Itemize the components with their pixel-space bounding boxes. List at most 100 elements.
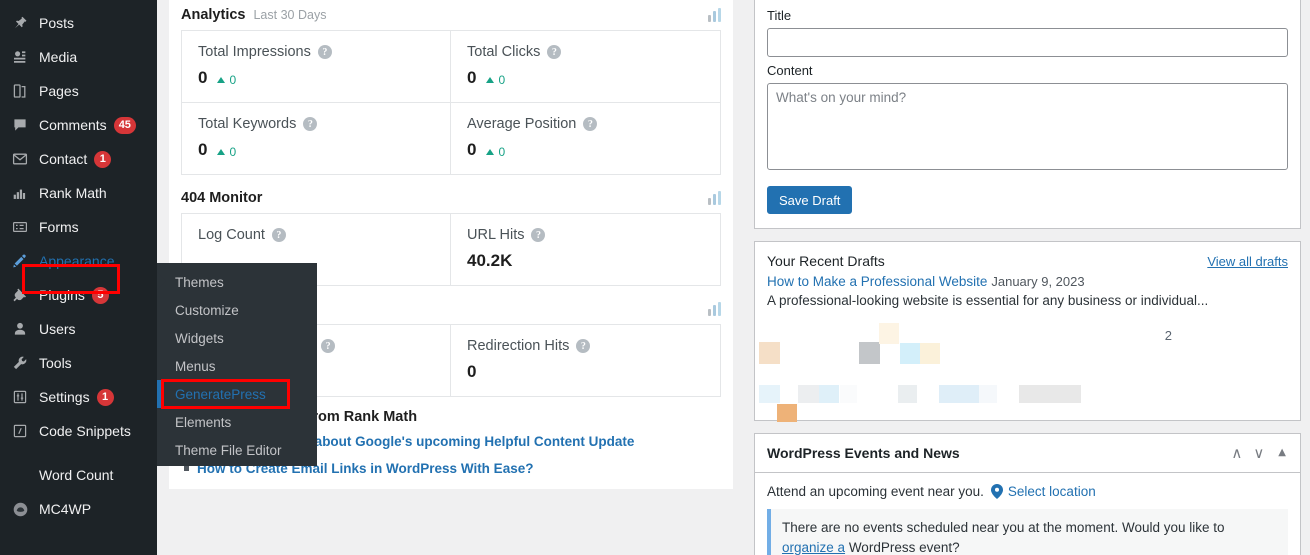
sidebar-item-users[interactable]: Users [0, 312, 157, 346]
notice-text-before: There are no events scheduled near you a… [782, 520, 1225, 535]
sidebar-item-comments[interactable]: Comments 45 [0, 108, 157, 142]
comments-count-badge: 45 [113, 116, 136, 134]
sidebar-item-forms[interactable]: Forms [0, 210, 157, 244]
move-down-icon[interactable]: ∨ [1253, 445, 1264, 461]
wordpress-admin-dashboard: Posts Media Pages Comments 45 Contact 1 … [0, 0, 1310, 555]
redaction-block [900, 343, 920, 364]
sidebar-item-settings[interactable]: Settings 1 [0, 380, 157, 414]
view-all-drafts-link[interactable]: View all drafts [1207, 254, 1288, 269]
stat-card-label-wrap: Average Position ? [467, 116, 704, 132]
help-icon[interactable]: ? [547, 45, 562, 59]
sidebar-item-label: MC4WP [39, 501, 92, 517]
stat-card-label: Total Clicks [467, 44, 541, 60]
submenu-item-elements[interactable]: Elements [157, 408, 317, 436]
appearance-submenu: Themes Customize Widgets Menus GenerateP… [157, 263, 317, 466]
sidebar-item-media[interactable]: Media [0, 40, 157, 74]
trend-up-icon [486, 149, 495, 155]
pages-icon [9, 81, 31, 101]
redaction-block [979, 385, 997, 403]
quick-draft-title-label: Title [767, 8, 792, 23]
redaction-block [920, 343, 940, 364]
stat-card-total-keywords: Total Keywords ? 0 0 [182, 103, 451, 174]
sidebar-item-label: Word Count [39, 467, 114, 483]
move-up-icon[interactable]: ∧ [1231, 445, 1242, 461]
sidebar-item-mc4wp[interactable]: MC4WP [0, 492, 157, 526]
stat-card-value-wrap: 0 0 [198, 68, 434, 88]
submenu-item-themes[interactable]: Themes [157, 268, 317, 296]
submenu-item-theme-file-editor[interactable]: Theme File Editor [157, 436, 317, 464]
stat-card-label: Total Keywords [198, 116, 297, 132]
help-icon[interactable]: ? [576, 339, 591, 353]
stat-card-label-wrap: Total Keywords ? [198, 116, 434, 132]
events-empty-notice: There are no events scheduled near you a… [767, 509, 1288, 555]
events-panel-header: WordPress Events and News ∧ ∨ ▲ [755, 434, 1300, 473]
analytics-title: Analytics [181, 7, 246, 23]
sidebar-item-label: Contact [39, 151, 88, 167]
help-icon[interactable]: ? [321, 339, 336, 353]
delta-value: 0 [498, 73, 506, 87]
stat-card-redirection-hits: Redirection Hits ? 0 [451, 325, 720, 396]
sidebar-item-word-count[interactable]: Word Count [0, 458, 157, 492]
sidebar-item-plugins[interactable]: Plugins 5 [0, 278, 157, 312]
quick-draft-content-textarea[interactable] [767, 83, 1288, 170]
redaction-block [798, 385, 820, 403]
sidebar-item-code-snippets[interactable]: Code Snippets [0, 414, 157, 448]
contact-count-badge: 1 [94, 150, 112, 168]
submenu-item-customize[interactable]: Customize [157, 296, 317, 324]
help-icon[interactable]: ? [303, 117, 318, 131]
redacted-number: 2 [1164, 328, 1172, 343]
forms-icon [9, 217, 31, 237]
toggle-panel-icon[interactable]: ▲ [1278, 448, 1286, 458]
sidebar-item-label: Pages [39, 83, 79, 99]
stat-card-label-wrap: Log Count ? [198, 227, 434, 243]
submenu-item-label: Menus [175, 358, 216, 374]
sidebar-item-label: Users [39, 321, 76, 337]
sidebar-item-appearance[interactable]: Appearance [0, 244, 157, 278]
sidebar-item-label: Plugins [39, 287, 85, 303]
events-panel-body: Attend an upcoming event near you. Selec… [755, 473, 1300, 555]
stat-card-value-wrap: 0 0 [198, 140, 434, 160]
draft-title-link[interactable]: How to Make a Professional Website [767, 274, 987, 289]
sidebar-item-contact[interactable]: Contact 1 [0, 142, 157, 176]
stat-card-value: 0 [467, 68, 477, 87]
bar-chart-icon[interactable] [708, 302, 721, 316]
bar-chart-icon[interactable] [708, 191, 721, 205]
quick-draft-title-input[interactable] [767, 28, 1288, 57]
analytics-section-header: Analytics Last 30 Days [169, 0, 733, 30]
stat-card-delta: 0 [486, 145, 505, 159]
stat-card-value-wrap: 40.2K [467, 251, 704, 271]
recent-drafts-header: Your Recent Drafts View all drafts [755, 242, 1300, 273]
analytics-card-grid: Total Impressions ? 0 0 Total Clicks ? 0 [181, 30, 721, 175]
quick-draft-panel: Title Content Save Draft [754, 0, 1301, 229]
help-icon[interactable]: ? [317, 45, 332, 59]
sidebar-item-posts[interactable]: Posts [0, 6, 157, 40]
submenu-item-menus[interactable]: Menus [157, 352, 317, 380]
stat-card-label: Total Impressions [198, 44, 311, 60]
draft-item: How to Make a Professional Website Januar… [755, 273, 1300, 308]
stat-card-value: 0 [467, 140, 477, 159]
sliders-icon [9, 387, 31, 407]
redaction-block [840, 385, 857, 403]
select-location-link[interactable]: Select location [1008, 484, 1096, 499]
help-icon[interactable]: ? [583, 117, 598, 131]
redaction-block [759, 342, 780, 364]
organize-event-link[interactable]: organize a [782, 540, 845, 555]
sidebar-item-label: Forms [39, 219, 79, 235]
sidebar-item-rank-math[interactable]: Rank Math [0, 176, 157, 210]
trend-up-icon [486, 77, 495, 83]
envelope-icon [9, 149, 31, 169]
save-draft-button[interactable]: Save Draft [767, 186, 853, 214]
sidebar-item-tools[interactable]: Tools [0, 346, 157, 380]
help-icon[interactable]: ? [271, 228, 286, 242]
sidebar-item-pages[interactable]: Pages [0, 74, 157, 108]
rank-math-icon [9, 183, 31, 203]
events-panel-title: WordPress Events and News [767, 445, 960, 461]
submenu-item-generatepress[interactable]: GeneratePress [157, 380, 317, 408]
help-icon[interactable]: ? [531, 228, 546, 242]
bar-chart-icon[interactable] [708, 8, 721, 22]
comment-icon [9, 115, 31, 135]
draft-excerpt: A professional-looking website is essent… [767, 293, 1209, 308]
stat-card-url-hits: URL Hits ? 40.2K [451, 214, 720, 285]
submenu-item-widgets[interactable]: Widgets [157, 324, 317, 352]
admin-sidebar: Posts Media Pages Comments 45 Contact 1 … [0, 0, 157, 555]
